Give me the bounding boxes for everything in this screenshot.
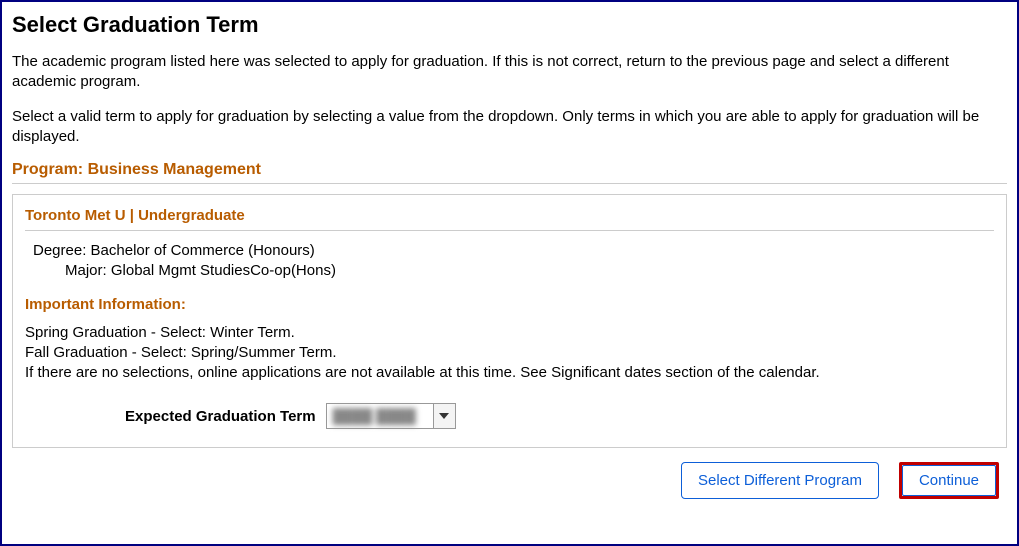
button-row: Select Different Program Continue: [12, 462, 1007, 499]
program-details-box: Toronto Met U | Undergraduate Degree: Ba…: [12, 194, 1007, 448]
intro-paragraph-2: Select a valid term to apply for graduat…: [12, 107, 1007, 148]
major-label: Major:: [65, 262, 107, 279]
degree-value: Bachelor of Commerce (Honours): [91, 242, 315, 259]
expected-term-dropdown[interactable]: ████ ████: [326, 403, 456, 429]
major-line: Major: Global Mgmt StudiesCo-op(Hons): [25, 261, 994, 281]
important-line-3: If there are no selections, online appli…: [25, 363, 994, 383]
major-value: Global Mgmt StudiesCo-op(Hons): [111, 262, 336, 279]
career-heading: Toronto Met U | Undergraduate: [25, 207, 994, 231]
intro-paragraph-1: The academic program listed here was sel…: [12, 52, 1007, 93]
chevron-down-icon: [433, 404, 455, 428]
continue-button-highlight: Continue: [899, 462, 999, 499]
degree-info: Degree: Bachelor of Commerce (Honours) M…: [25, 241, 994, 282]
page-container: Select Graduation Term The academic prog…: [0, 0, 1019, 546]
important-line-1: Spring Graduation - Select: Winter Term.: [25, 323, 994, 343]
important-info-heading: Important Information:: [25, 296, 994, 313]
select-different-program-button[interactable]: Select Different Program: [681, 462, 879, 499]
degree-label: Degree:: [33, 242, 86, 259]
expected-term-label: Expected Graduation Term: [125, 408, 316, 425]
expected-term-selected-value: ████ ████: [327, 404, 427, 428]
degree-line: Degree: Bachelor of Commerce (Honours): [25, 241, 994, 261]
continue-button[interactable]: Continue: [902, 465, 996, 496]
important-line-2: Fall Graduation - Select: Spring/Summer …: [25, 343, 994, 363]
program-heading: Program: Business Management: [12, 161, 1007, 184]
important-info-text: Spring Graduation - Select: Winter Term.…: [25, 323, 994, 384]
expected-term-row: Expected Graduation Term ████ ████: [25, 403, 994, 429]
page-title: Select Graduation Term: [12, 12, 1007, 38]
